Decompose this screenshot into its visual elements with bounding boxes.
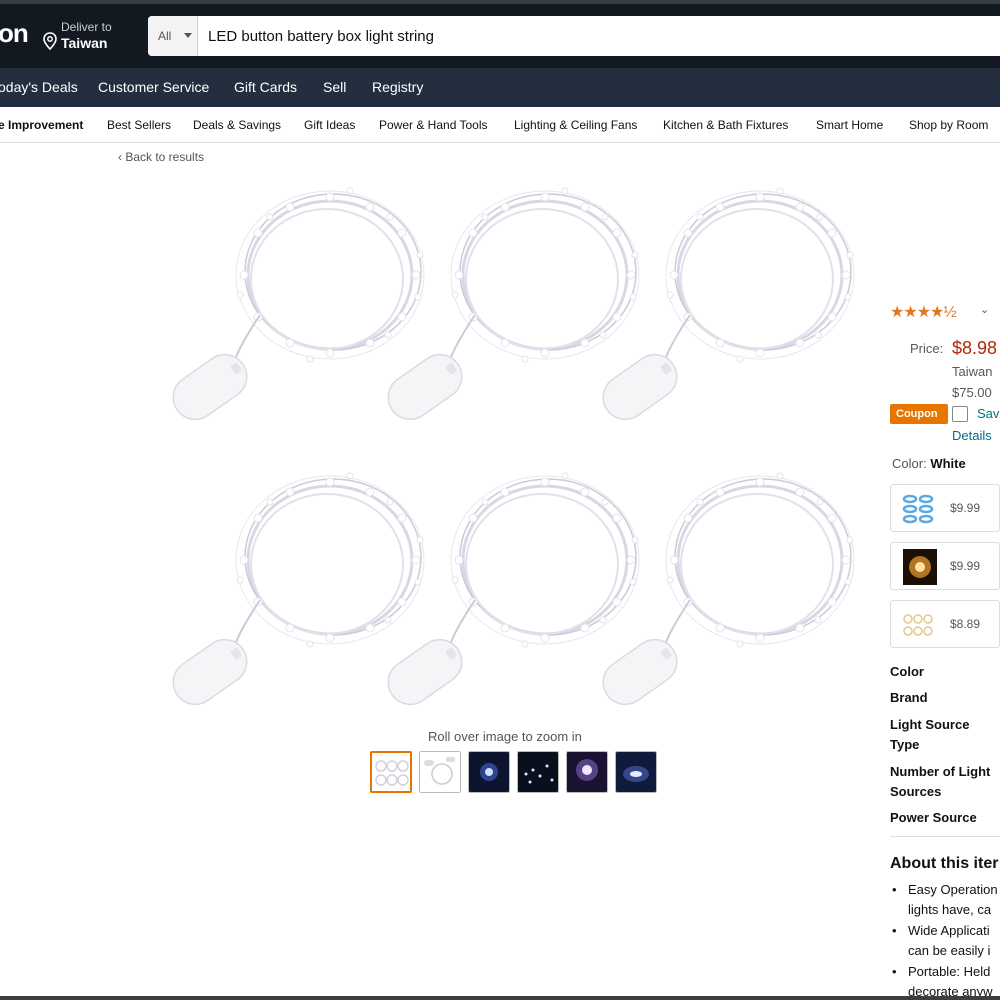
window-edge xyxy=(0,996,1000,1000)
bullet-text: Easy Operation lights have, ca xyxy=(908,882,998,917)
bullet-text: Portable: Held decorate anyw xyxy=(908,964,993,999)
bullet-dot: • xyxy=(892,923,897,938)
price-value: $8.98 xyxy=(952,338,998,358)
buy-box-panel: ★★★★½ ⌄ Price: $8.98 Taiwan $75.00 Coupo… xyxy=(886,296,1000,1000)
nav-sell[interactable]: Sell xyxy=(323,79,346,95)
search-bar: All xyxy=(148,16,1000,56)
thumbnail-image xyxy=(567,752,607,792)
thumbnail-5[interactable] xyxy=(566,751,608,793)
swatch-price: $9.99 xyxy=(950,559,981,573)
product-main-image[interactable] xyxy=(160,180,860,730)
thumbnail-image xyxy=(518,752,558,792)
location-pin-icon xyxy=(43,32,57,50)
bullet-dot: • xyxy=(892,882,897,897)
subnav-shop-by-room[interactable]: Shop by Room xyxy=(909,118,988,132)
subnav-smart-home[interactable]: Smart Home xyxy=(816,118,883,132)
search-input[interactable] xyxy=(200,16,1000,56)
swatch-image xyxy=(903,549,937,585)
thumbnail-6[interactable] xyxy=(615,751,657,793)
shipping-cost: $75.00 xyxy=(952,385,992,400)
color-label: Color: xyxy=(892,456,927,471)
swatch-image xyxy=(903,614,933,636)
price-label: Price: xyxy=(910,341,944,356)
thumbnail-3[interactable] xyxy=(468,751,510,793)
color-swatch-warm-white[interactable]: $8.89 xyxy=(890,600,1000,648)
deliver-label: Deliver to xyxy=(61,20,112,34)
thumbnail-2[interactable] xyxy=(419,751,461,793)
details-link[interactable]: Details xyxy=(952,428,992,443)
deliver-location: Taiwan xyxy=(61,35,108,51)
chevron-down-icon xyxy=(184,33,192,38)
subnav-deals-savings[interactable]: Deals & Savings xyxy=(193,118,281,132)
main-nav: oday's Deals Customer Service Gift Cards… xyxy=(0,68,1000,107)
subnav-gift-ideas[interactable]: Gift Ideas xyxy=(304,118,355,132)
thumbnail-image xyxy=(420,752,460,792)
color-swatch-warm[interactable]: $9.99 xyxy=(890,542,1000,590)
thumbnail-4[interactable] xyxy=(517,751,559,793)
swatch-image xyxy=(902,494,934,524)
department-label: All xyxy=(158,29,172,43)
window-edge xyxy=(0,0,1000,4)
thumbnail-image xyxy=(469,752,509,792)
spec-power-source-label: Power Source xyxy=(890,810,977,825)
nav-todays-deals[interactable]: oday's Deals xyxy=(0,79,78,95)
nav-gift-cards[interactable]: Gift Cards xyxy=(234,79,297,95)
thumbnail-image xyxy=(616,752,656,792)
color-value: White xyxy=(930,456,966,471)
divider xyxy=(890,836,1000,837)
thumbnail-image xyxy=(372,753,410,791)
subnav-home-improvement[interactable]: e Improvement xyxy=(0,118,83,132)
nav-registry[interactable]: Registry xyxy=(372,79,423,95)
subnav-best-sellers[interactable]: Best Sellers xyxy=(107,118,171,132)
amazon-logo[interactable]: on xyxy=(0,18,29,49)
spec-light-source-label: Light Source Type xyxy=(890,717,970,752)
coupon-save-text[interactable]: Sav xyxy=(977,406,999,421)
spec-brand-label: Brand xyxy=(890,690,928,705)
swatch-price: $9.99 xyxy=(950,501,981,515)
spec-color-label: Color xyxy=(890,664,924,679)
about-this-item-heading: About this iter xyxy=(890,855,999,872)
subnav-lighting[interactable]: Lighting & Ceiling Fans xyxy=(514,118,637,132)
bullet-text: Wide Applicati can be easily i xyxy=(908,923,991,958)
chevron-down-icon[interactable]: ⌄ xyxy=(980,303,989,316)
swatch-price: $8.89 xyxy=(950,617,981,631)
thumbnail-1[interactable] xyxy=(370,751,412,793)
shipping-destination: Taiwan xyxy=(952,364,993,379)
back-to-results-link[interactable]: ‹ Back to results xyxy=(118,150,204,164)
color-selection: Color: White xyxy=(892,456,966,471)
star-rating[interactable]: ★★★★½ xyxy=(890,302,957,322)
spec-number-of-lights-label: Number of Light Sources xyxy=(890,764,991,799)
coupon-checkbox[interactable] xyxy=(952,406,968,422)
color-swatch-blue[interactable]: $9.99 xyxy=(890,484,1000,532)
subnav-power-hand-tools[interactable]: Power & Hand Tools xyxy=(379,118,488,132)
search-department-select[interactable]: All xyxy=(148,16,198,56)
nav-customer-service[interactable]: Customer Service xyxy=(98,79,209,95)
bullet-dot: • xyxy=(892,964,897,979)
top-header: on Deliver to Taiwan All xyxy=(0,0,1000,68)
category-subnav: e Improvement Best Sellers Deals & Savin… xyxy=(0,107,1000,143)
coupon-badge: Coupon xyxy=(890,404,948,424)
subnav-kitchen-bath[interactable]: Kitchen & Bath Fixtures xyxy=(663,118,788,132)
zoom-hint: Roll over image to zoom in xyxy=(428,729,582,744)
